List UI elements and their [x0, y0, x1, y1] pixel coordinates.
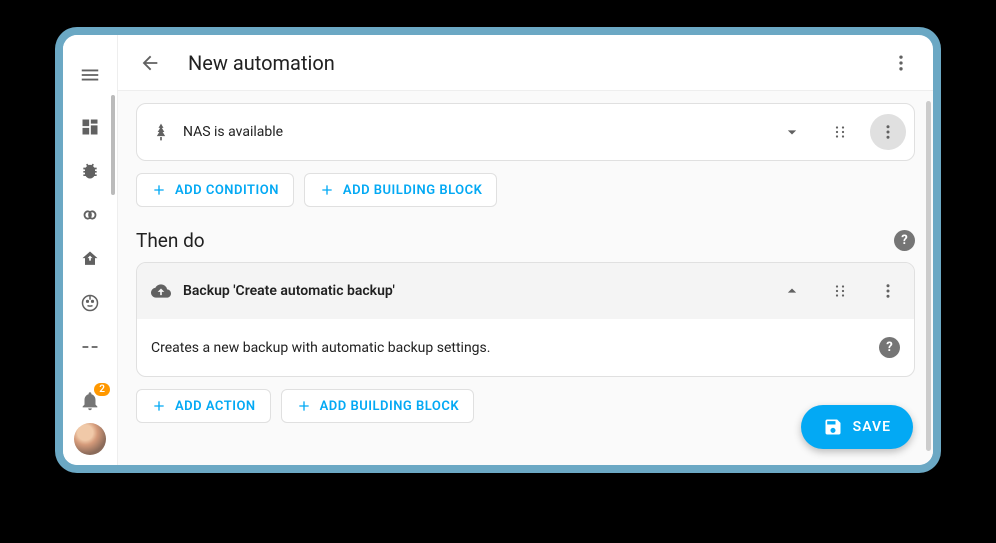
notifications-icon[interactable]: 2: [78, 389, 102, 413]
avatar[interactable]: [74, 423, 106, 455]
drag-handle-icon[interactable]: [822, 114, 858, 150]
app-window: 2 New automation NAS is available: [63, 35, 933, 465]
trigger-overflow-icon[interactable]: [870, 114, 906, 150]
add-action-label: ADD ACTION: [175, 399, 256, 414]
collapse-up-icon[interactable]: [774, 273, 810, 309]
topbar: New automation: [118, 35, 933, 91]
add-building-block-button-2[interactable]: ADD BUILDING BLOCK: [281, 389, 474, 423]
content-scrollbar[interactable]: [926, 101, 931, 451]
add-building-block-label-1: ADD BUILDING BLOCK: [343, 183, 482, 198]
add-building-block-button-1[interactable]: ADD BUILDING BLOCK: [304, 173, 497, 207]
menu-icon[interactable]: [70, 55, 110, 95]
save-button[interactable]: SAVE: [801, 405, 913, 449]
trigger-label: NAS is available: [183, 124, 762, 140]
action-panel-header[interactable]: Backup 'Create automatic backup': [137, 263, 914, 319]
content-area: NAS is available ADD CONDITION: [118, 91, 933, 465]
cloud-upload-icon: [151, 281, 171, 301]
add-building-block-label-2: ADD BUILDING BLOCK: [320, 399, 459, 414]
bug-icon[interactable]: [78, 159, 102, 183]
expand-down-icon[interactable]: [774, 114, 810, 150]
add-condition-label: ADD CONDITION: [175, 183, 279, 198]
action-panel: Backup 'Create automatic backup' Creates…: [136, 262, 915, 377]
home-download-icon[interactable]: [78, 247, 102, 271]
dashboard-icon[interactable]: [78, 115, 102, 139]
overflow-menu-top[interactable]: [881, 43, 921, 83]
add-condition-button[interactable]: ADD CONDITION: [136, 173, 294, 207]
automation-icon: [151, 122, 171, 142]
help-icon[interactable]: ?: [894, 230, 915, 251]
trigger-card[interactable]: NAS is available: [136, 103, 915, 161]
help-icon[interactable]: ?: [879, 337, 900, 358]
rail-scrollbar[interactable]: [111, 95, 115, 195]
sidebar-rail: 2: [63, 35, 118, 465]
columns-icon[interactable]: [78, 335, 102, 359]
then-do-title: Then do: [136, 229, 894, 252]
back-button[interactable]: [130, 43, 170, 83]
infinity-icon[interactable]: [78, 203, 102, 227]
add-action-button[interactable]: ADD ACTION: [136, 389, 271, 423]
save-label: SAVE: [853, 419, 891, 435]
then-do-header: Then do ?: [136, 229, 915, 252]
action-title: Backup 'Create automatic backup': [183, 283, 762, 299]
notifications-badge: 2: [94, 383, 110, 396]
drag-handle-icon[interactable]: [822, 273, 858, 309]
action-description: Creates a new backup with automatic back…: [151, 340, 867, 356]
face-icon[interactable]: [78, 291, 102, 315]
action-overflow-icon[interactable]: [870, 273, 906, 309]
page-title: New automation: [188, 51, 335, 75]
